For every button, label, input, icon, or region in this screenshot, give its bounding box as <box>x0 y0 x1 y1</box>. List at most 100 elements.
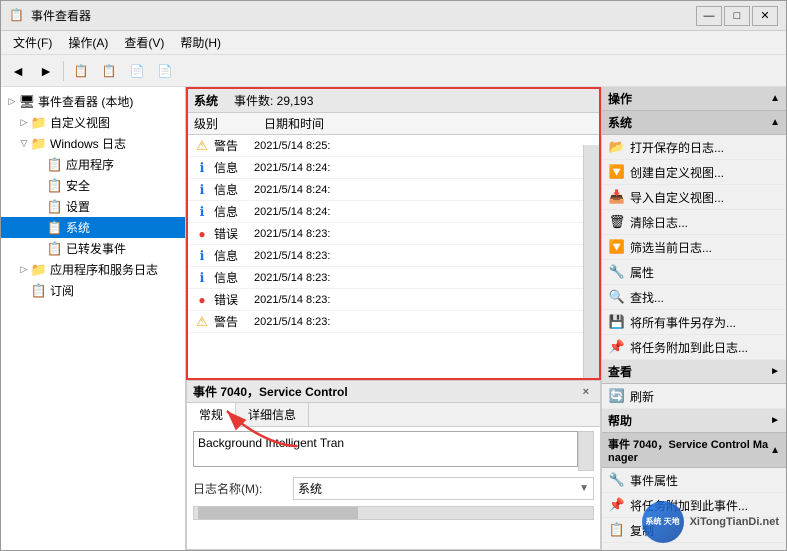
system-collapse-icon[interactable]: ▲ <box>770 117 780 128</box>
event-level-6: ℹ 信息 <box>194 269 254 286</box>
event-dt-8: 2021/5/14 8:23: <box>254 316 593 328</box>
watermark: 系统 天地 XiTongTianDi.net <box>642 501 779 543</box>
event7040-collapse-icon[interactable]: ▲ <box>770 445 780 456</box>
sidebar-item-security[interactable]: 📋 安全 <box>1 175 185 196</box>
toolbar-btn-4[interactable]: 📄 <box>152 59 178 83</box>
event-list-count: 事件数: 29,193 <box>234 92 313 109</box>
event-dt-1: 2021/5/14 8:24: <box>254 162 593 174</box>
app-icon: 📋 <box>9 8 25 24</box>
table-row[interactable]: ℹ 信息 2021/5/14 8:24: <box>188 157 599 179</box>
right-section-header-event7040: 事件 7040，Service Control Manager ▲ <box>602 433 786 468</box>
maximize-button[interactable]: □ <box>724 6 750 26</box>
sidebar-label-local: 事件查看器 (本地) <box>38 93 133 110</box>
refresh-icon: 🔄 <box>608 387 626 405</box>
right-action-event-properties[interactable]: 🔧 事件属性 <box>602 468 786 493</box>
tree-arrow-sub <box>17 284 31 298</box>
col-header-datetime[interactable]: 日期和时间 <box>264 115 593 132</box>
detail-vscrollbar[interactable] <box>578 431 594 471</box>
help-expand-icon[interactable]: ► <box>770 415 780 426</box>
right-action-open-saved-log[interactable]: 📂 打开保存的日志... <box>602 135 786 160</box>
table-row[interactable]: ⚠ 警告 2021/5/14 8:23: <box>188 311 599 333</box>
error-icon: ● <box>194 226 210 242</box>
right-action-clear-log[interactable]: 🗑 清除日志... <box>602 210 786 235</box>
menu-view[interactable]: 查看(V) <box>116 32 172 53</box>
right-action-search[interactable]: 🔍 查找... <box>602 285 786 310</box>
table-row[interactable]: ● 错误 2021/5/14 8:23: <box>188 289 599 311</box>
toolbar-btn-1[interactable]: 📋 <box>68 59 94 83</box>
toolbar-btn-3[interactable]: 📄 <box>124 59 150 83</box>
detail-close-button[interactable]: × <box>578 384 594 400</box>
save-icon: 💾 <box>608 313 626 331</box>
table-row[interactable]: ● 错误 2021/5/14 8:23: <box>188 223 599 245</box>
table-row[interactable]: ℹ 信息 2021/5/14 8:24: <box>188 201 599 223</box>
tab-general[interactable]: 常规 <box>187 403 236 427</box>
tree-icon-app: 📋 <box>47 157 63 173</box>
table-row[interactable]: ⚠ 警告 2021/5/14 8:25: <box>188 135 599 157</box>
detail-field-value: 系统 ▼ <box>293 477 594 500</box>
detail-hscrollbar[interactable] <box>193 506 594 520</box>
event-list-title: 系统 <box>194 92 218 109</box>
properties-icon: 🔧 <box>608 263 626 281</box>
sidebar-item-application[interactable]: 📋 应用程序 <box>1 154 185 175</box>
tab-details[interactable]: 详细信息 <box>236 403 309 426</box>
table-row[interactable]: ℹ 信息 2021/5/14 8:24: <box>188 179 599 201</box>
right-action-filter-log[interactable]: 🔽 筛选当前日志... <box>602 235 786 260</box>
main-window: 📋 事件查看器 — □ ✕ 文件(F) 操作(A) 查看(V) 帮助(H) ◄ … <box>0 0 787 551</box>
toolbar-back[interactable]: ◄ <box>5 59 31 83</box>
sidebar-item-app-services[interactable]: ▷ 📁 应用程序和服务日志 <box>1 259 185 280</box>
right-section-header-help[interactable]: 帮助 ► <box>602 409 786 433</box>
event-list-scrollbar[interactable] <box>583 145 599 378</box>
tree-icon-local: 🖥 <box>19 94 35 110</box>
title-bar: 📋 事件查看器 — □ ✕ <box>1 1 786 31</box>
sidebar-item-custom-views[interactable]: ▷ 📁 自定义视图 <box>1 112 185 133</box>
sidebar-item-forwarded[interactable]: 📋 已转发事件 <box>1 238 185 259</box>
sidebar-item-system[interactable]: 📋 系统 <box>1 217 185 238</box>
actions-collapse-icon[interactable]: ▲ <box>770 93 780 104</box>
menu-file[interactable]: 文件(F) <box>5 32 60 53</box>
tree-icon-fwd: 📋 <box>47 241 63 257</box>
info-icon: ℹ <box>194 270 210 286</box>
table-row[interactable]: ℹ 信息 2021/5/14 8:23: <box>188 245 599 267</box>
detail-text-content: Background Intelligent Tran <box>193 431 578 467</box>
event-rows: ⚠ 警告 2021/5/14 8:25: ℹ 信息 2021/5/14 8:24… <box>188 135 599 368</box>
close-button[interactable]: ✕ <box>752 6 778 26</box>
col-header-level[interactable]: 级别 <box>194 115 264 132</box>
sidebar-item-setup[interactable]: 📋 设置 <box>1 196 185 217</box>
tree-icon-sub: 📋 <box>31 283 47 299</box>
sidebar-item-windows-log[interactable]: ▽ 📁 Windows 日志 <box>1 133 185 154</box>
tree-arrow-custom: ▷ <box>17 116 31 130</box>
sidebar-label-fwd: 已转发事件 <box>66 240 126 257</box>
event-dt-2: 2021/5/14 8:24: <box>254 184 593 196</box>
right-section-header-view[interactable]: 查看 ► <box>602 360 786 384</box>
watermark-text: XiTongTianDi.net <box>690 516 779 528</box>
info-icon: ℹ <box>194 182 210 198</box>
sidebar-item-subscriptions[interactable]: 📋 订阅 <box>1 280 185 301</box>
detail-field-row: 日志名称(M): 系统 ▼ <box>193 477 594 500</box>
title-bar-left: 📋 事件查看器 <box>9 7 91 24</box>
right-action-properties[interactable]: 🔧 属性 <box>602 260 786 285</box>
right-action-attach-task-log[interactable]: 📌 将任务附加到此日志... <box>602 335 786 360</box>
sidebar-label-custom: 自定义视图 <box>50 114 110 131</box>
detail-title: 事件 7040，Service Control <box>193 383 348 400</box>
watermark-circle: 系统 天地 <box>642 501 684 543</box>
toolbar-forward[interactable]: ► <box>33 59 59 83</box>
tree-arrow-local: ▷ <box>5 95 19 109</box>
sidebar-tree: ▷ 🖥 事件查看器 (本地) ▷ 📁 自定义视图 ▽ 📁 Windows 日志 … <box>1 87 186 550</box>
menu-help[interactable]: 帮助(H) <box>172 32 229 53</box>
right-action-create-custom-view[interactable]: 🔽 创建自定义视图... <box>602 160 786 185</box>
tree-arrow-app <box>33 158 47 172</box>
window-title: 事件查看器 <box>31 7 91 24</box>
tree-arrow-sec <box>33 179 47 193</box>
view-expand-icon[interactable]: ► <box>770 366 780 377</box>
right-action-save-events[interactable]: 💾 将所有事件另存为... <box>602 310 786 335</box>
menu-action[interactable]: 操作(A) <box>60 32 116 53</box>
dropdown-arrow-icon[interactable]: ▼ <box>579 483 589 494</box>
event-properties-icon: 🔧 <box>608 471 626 489</box>
table-row[interactable]: ℹ 信息 2021/5/14 8:23: <box>188 267 599 289</box>
copy-icon: 📋 <box>608 521 626 539</box>
right-action-refresh[interactable]: 🔄 刷新 <box>602 384 786 409</box>
toolbar-btn-2[interactable]: 📋 <box>96 59 122 83</box>
minimize-button[interactable]: — <box>696 6 722 26</box>
right-action-import-custom-view[interactable]: 📥 导入自定义视图... <box>602 185 786 210</box>
sidebar-item-event-viewer-local[interactable]: ▷ 🖥 事件查看器 (本地) <box>1 91 185 112</box>
